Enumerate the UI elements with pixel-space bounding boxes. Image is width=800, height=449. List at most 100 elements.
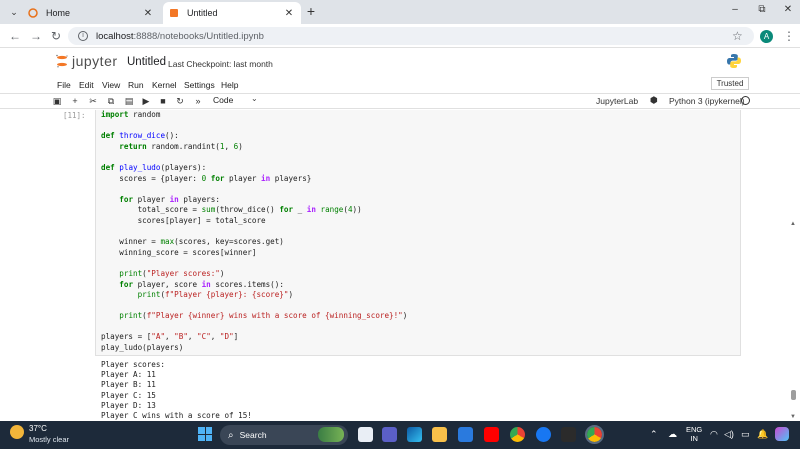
code-line[interactable]: players = ["A", "B", "C", "D"]: [101, 332, 407, 343]
cut-icon[interactable]: ✂: [87, 95, 99, 107]
code-line[interactable]: winning_score = scores[winner]: [101, 248, 407, 259]
code-line[interactable]: total_score = sum(throw_dice() for _ in …: [101, 205, 407, 216]
volume-icon[interactable]: ◁): [724, 429, 734, 440]
code-line[interactable]: [101, 301, 407, 312]
code-line[interactable]: return random.randint(1, 6): [101, 142, 407, 153]
scroll-down-icon[interactable]: ▼: [790, 414, 796, 420]
code-line[interactable]: print("Player scores:"): [101, 269, 407, 280]
weather-temperature[interactable]: 37°C: [29, 424, 47, 433]
tab-home[interactable]: Home ✕: [22, 2, 160, 24]
restart-run-all-icon[interactable]: »: [192, 95, 204, 107]
weather-moon-icon[interactable]: [10, 425, 24, 439]
code-line[interactable]: scores[player] = total_score: [101, 216, 407, 227]
browser-menu-icon[interactable]: ⋮: [783, 29, 795, 43]
interrupt-icon[interactable]: ■: [157, 95, 169, 107]
code-line[interactable]: for player, score in scores.items():: [101, 280, 407, 291]
code-line[interactable]: [101, 121, 407, 132]
code-line[interactable]: def throw_dice():: [101, 131, 407, 142]
windows-start-icon[interactable]: [198, 427, 212, 441]
tab-untitled[interactable]: Untitled ✕: [163, 2, 301, 24]
kernel-name[interactable]: Python 3 (ipykernel): [669, 96, 745, 106]
weather-description[interactable]: Mostly clear: [29, 435, 69, 444]
output-line: Player C wins with a score of 15!: [101, 411, 252, 421]
mail-icon[interactable]: [458, 427, 473, 442]
tab-close-icon[interactable]: ✕: [283, 8, 295, 19]
code-line[interactable]: play_ludo(players): [101, 343, 407, 354]
url-path: :8888/notebooks/Untitled.ipynb: [133, 30, 264, 42]
tray-chevron-icon[interactable]: ⌃: [650, 429, 658, 440]
battery-icon[interactable]: ▭: [741, 429, 750, 440]
menu-view[interactable]: View: [102, 80, 120, 90]
code-editor[interactable]: import random def throw_dice(): return r…: [101, 110, 407, 354]
tab-search-chevron-icon[interactable]: ⌄: [6, 4, 22, 20]
debugger-icon[interactable]: ⬢: [650, 95, 658, 106]
restart-icon[interactable]: ↻: [174, 95, 186, 107]
forward-arrow-icon[interactable]: →: [29, 29, 43, 43]
insert-cell-icon[interactable]: +: [69, 95, 81, 107]
menu-help[interactable]: Help: [221, 80, 238, 90]
menu-file[interactable]: File: [57, 80, 71, 90]
code-line[interactable]: import random: [101, 110, 407, 121]
language-label: ENG: [686, 425, 703, 434]
code-line[interactable]: for player in players:: [101, 195, 407, 206]
cell-type-select[interactable]: Code: [213, 95, 233, 105]
back-arrow-icon[interactable]: ←: [8, 29, 22, 43]
new-tab-button[interactable]: +: [304, 4, 318, 18]
copy-icon[interactable]: ⧉: [105, 95, 117, 107]
jupyter-brand[interactable]: jupyter: [72, 53, 118, 69]
code-line[interactable]: [101, 322, 407, 333]
code-line[interactable]: winner = max(scores, key=scores.get): [101, 237, 407, 248]
teams-icon[interactable]: [382, 427, 397, 442]
menu-run[interactable]: Run: [128, 80, 144, 90]
jupyter-logo-icon[interactable]: [55, 54, 69, 68]
youtube-icon[interactable]: [484, 427, 499, 442]
code-line[interactable]: [101, 152, 407, 163]
edge-icon[interactable]: [407, 427, 422, 442]
output-line: Player A: 11: [101, 370, 156, 380]
close-window-icon[interactable]: ✕: [781, 4, 795, 15]
notebook-area[interactable]: [11]: import random def throw_dice(): re…: [0, 110, 800, 421]
url-input[interactable]: i localhost:8888/notebooks/Untitled.ipyn…: [68, 27, 754, 45]
notebook-title[interactable]: Untitled: [127, 56, 166, 68]
onedrive-icon[interactable]: ☁: [668, 429, 677, 440]
code-line[interactable]: print(f"Player {winner} wins with a scor…: [101, 311, 407, 322]
code-line[interactable]: def play_ludo(players):: [101, 163, 407, 174]
task-view-icon[interactable]: [358, 427, 373, 442]
jupyter-file-favicon-icon: [170, 9, 178, 17]
trusted-badge[interactable]: Trusted: [711, 77, 749, 90]
chrome-active-icon[interactable]: [585, 425, 604, 444]
tab-close-icon[interactable]: ✕: [142, 8, 154, 19]
site-info-icon[interactable]: i: [78, 31, 88, 41]
menu-kernel[interactable]: Kernel: [152, 80, 177, 90]
copilot-icon[interactable]: [775, 427, 789, 441]
scrollbar-thumb[interactable]: [791, 390, 796, 400]
paste-icon[interactable]: ▤: [123, 95, 135, 107]
menu-edit[interactable]: Edit: [79, 80, 94, 90]
language-indicator[interactable]: ENG IN: [686, 425, 702, 443]
bookmark-star-icon[interactable]: ☆: [732, 29, 743, 43]
python-logo-icon: [727, 54, 741, 68]
wifi-icon[interactable]: ◠: [710, 429, 718, 440]
profile-avatar[interactable]: A: [760, 30, 773, 43]
scroll-up-icon[interactable]: ▲: [790, 221, 796, 227]
notification-bell-icon[interactable]: 🔔: [757, 429, 768, 440]
jupyterlab-link[interactable]: JupyterLab: [596, 96, 638, 106]
reload-icon[interactable]: ↻: [49, 29, 63, 43]
code-line[interactable]: scores = {player: 0 for player in player…: [101, 174, 407, 185]
code-line[interactable]: [101, 227, 407, 238]
url-host: localhost: [96, 30, 134, 42]
menu-settings[interactable]: Settings: [184, 80, 215, 90]
minimize-icon[interactable]: –: [728, 4, 742, 15]
save-icon[interactable]: ▣: [51, 95, 63, 107]
code-line[interactable]: print(f"Player {player}: {score}"): [101, 290, 407, 301]
code-line[interactable]: [101, 184, 407, 195]
output-line: Player scores:: [101, 360, 166, 369]
chrome-icon[interactable]: [510, 427, 525, 442]
run-icon[interactable]: ▶: [140, 95, 152, 107]
maximize-icon[interactable]: ⧉: [755, 4, 769, 15]
terminal-icon[interactable]: [561, 427, 576, 442]
file-explorer-icon[interactable]: [432, 427, 447, 442]
code-line[interactable]: [101, 258, 407, 269]
facebook-icon[interactable]: [536, 427, 551, 442]
chevron-down-icon[interactable]: ⌄: [251, 94, 258, 103]
